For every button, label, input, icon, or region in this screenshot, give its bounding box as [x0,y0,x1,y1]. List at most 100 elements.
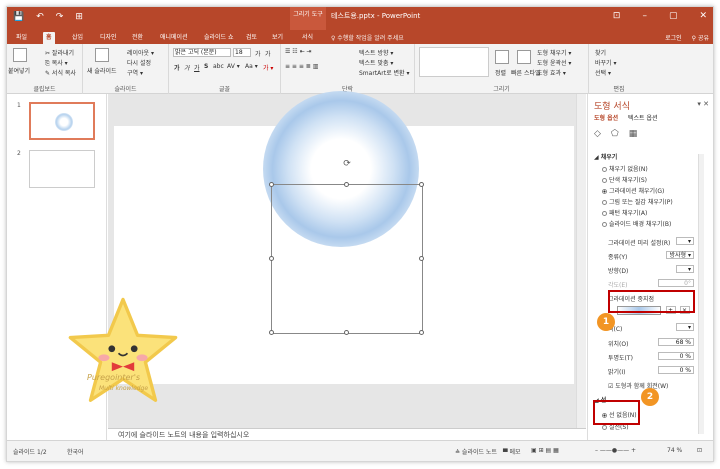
tab-text-options[interactable]: 텍스트 옵션 [628,113,658,122]
notes-pane[interactable]: 여기에 슬라이드 노트의 내용을 입력하십시오 [108,428,586,440]
paste-button[interactable]: 붙여넣기 [8,66,30,75]
save-icon[interactable]: 💾 [13,12,24,22]
bullets-icon[interactable]: ☰ ☷ ⇤ ⇥ [285,48,312,55]
shape-fill-button[interactable]: 도형 채우기 ▾ [537,48,571,57]
new-slide-button[interactable]: 새 슬라이드 [87,66,117,75]
char-spacing-button[interactable]: AV ▾ [227,63,240,70]
align-text-button[interactable]: 텍스트 맞춤 ▾ [359,58,393,67]
effects-icon[interactable]: ⬠ [611,129,619,139]
login-link[interactable]: 로그인 [665,33,682,42]
ribbon-display-icon[interactable]: ⊡ [613,11,621,21]
angle-input[interactable]: 0° [658,279,694,287]
italic-button[interactable]: 가 [184,63,190,72]
rotate-handle-icon[interactable]: ⟳ [342,160,352,170]
font-name-box[interactable]: 맑은 고딕 (본문) [173,48,231,57]
font-color-button[interactable]: 가 ▾ [263,63,273,72]
redo-icon[interactable]: ↷ [56,12,64,22]
text-direction-button[interactable]: 텍스트 방향 ▾ [359,48,393,57]
comments-button[interactable]: ▀ 메모 [503,447,521,456]
tell-me-search[interactable]: ♀ 수행할 작업을 알려 주세요 [331,33,404,42]
tab-view[interactable]: 보기 [269,32,286,44]
resize-handle[interactable] [269,330,274,335]
transparency-input[interactable]: 0 % [658,352,694,360]
underline-button[interactable]: 가 [194,63,200,72]
resize-handle[interactable] [419,330,424,335]
tab-shape-options[interactable]: 도형 옵션 [594,113,618,122]
shape-effects-button[interactable]: 도형 효과 ▾ [537,68,566,77]
paste-icon[interactable] [13,48,27,62]
change-case-button[interactable]: Aa ▾ [245,63,258,70]
fill-option-none[interactable]: 채우기 없음(N) [602,164,648,173]
pane-close-icon[interactable]: ▾ ✕ [697,100,709,108]
brightness-input[interactable]: 0 % [658,366,694,374]
position-input[interactable]: 68 % [658,338,694,346]
language-indicator[interactable]: 한국어 [67,447,84,456]
resize-handle[interactable] [344,330,349,335]
fill-section-header[interactable]: ◢ 채우기 [594,152,617,161]
present-icon[interactable]: ⊞ [75,12,83,22]
direction-dropdown[interactable]: ▾ [676,265,694,273]
type-dropdown[interactable]: 방사형 ▾ [666,251,694,259]
arrange-icon[interactable] [495,50,509,64]
format-painter-button[interactable]: ✎ 서식 복사 [45,68,76,77]
shape-outline-button[interactable]: 도형 윤곽선 ▾ [537,58,571,67]
fill-option-pattern[interactable]: 패턴 채우기(A) [602,208,647,217]
resize-handle[interactable] [419,256,424,261]
quick-styles-icon[interactable] [517,50,531,64]
smartart-button[interactable]: SmartArt로 변환 ▾ [359,68,409,77]
cut-button[interactable]: ✂ 잘라내기 [45,48,74,57]
tab-slideshow[interactable]: 슬라이드 쇼 [201,32,237,44]
shapes-gallery[interactable] [419,47,489,77]
tab-format[interactable]: 서식 [299,32,316,44]
find-button[interactable]: 찾기 [595,48,606,57]
section-button[interactable]: 구역 ▾ [127,68,143,77]
copy-button[interactable]: ⎘ 복사 ▾ [45,58,68,68]
layout-button[interactable]: 레이아웃 ▾ [127,48,154,57]
fill-option-background[interactable]: 슬라이드 배경 채우기(B) [602,219,671,228]
fill-option-gradient[interactable]: 그라데이션 채우기(G) [602,186,664,195]
preset-gradients-dropdown[interactable]: ▾ [676,237,694,245]
resize-handle[interactable] [269,182,274,187]
tab-file[interactable]: 파일 [13,32,30,44]
new-slide-icon[interactable] [95,48,109,62]
view-buttons[interactable]: ▣ ⊞ ▤ ▦ [531,447,559,454]
tab-design[interactable]: 디자인 [97,32,120,44]
shadow-button[interactable]: S [204,63,208,70]
tab-home[interactable]: 홈 [43,32,55,44]
tab-transitions[interactable]: 전환 [129,32,146,44]
resize-handle[interactable] [419,182,424,187]
replace-button[interactable]: 바꾸기 ▾ [595,58,616,67]
reset-button[interactable]: 다시 설정 [127,58,151,67]
select-button[interactable]: 선택 ▾ [595,68,611,77]
tab-review[interactable]: 검토 [243,32,260,44]
slide-scrollbar[interactable] [576,94,586,428]
strikethrough-button[interactable]: abc [213,63,224,70]
resize-handle[interactable] [344,182,349,187]
tab-animations[interactable]: 애니메이션 [157,32,191,44]
close-button[interactable]: ✕ [699,11,707,21]
size-properties-icon[interactable]: ▦ [629,129,638,139]
maximize-button[interactable]: ▢ [669,11,678,21]
notes-button[interactable]: ≙ 슬라이드 노트 [455,447,497,456]
fill-option-picture[interactable]: 그림 또는 질감 채우기(P) [602,197,673,206]
gradient-circle-shape[interactable] [263,91,419,247]
slide-thumbnail-2[interactable] [29,150,95,188]
tab-insert[interactable]: 삽입 [69,32,86,44]
color-picker[interactable]: ▾ [676,323,694,331]
zoom-level[interactable]: 74 % [667,447,682,454]
fill-option-solid[interactable]: 단색 채우기(S) [602,175,647,184]
arrange-button[interactable]: 정렬 [495,68,506,77]
pane-scrollbar[interactable] [698,154,704,434]
grow-font-button[interactable]: 가 [255,49,261,58]
font-size-box[interactable]: 18 [233,48,251,57]
slide-thumbnail-1[interactable] [29,102,95,140]
undo-icon[interactable]: ↶ [36,12,44,22]
align-icons[interactable]: ≡ ≡ ≡ ≣ ▥ [285,63,318,70]
fill-line-icon[interactable]: ◇ [594,129,601,139]
zoom-slider[interactable]: – ——●—— + [595,447,636,454]
fit-slide-icon[interactable]: ⊡ [697,447,702,454]
minimize-button[interactable]: – [642,11,647,21]
rotate-with-shape-checkbox[interactable]: ☑ 도형과 함께 회전(W) [608,381,668,390]
share-button[interactable]: ⚲ 공유 [692,33,709,42]
resize-handle[interactable] [269,256,274,261]
